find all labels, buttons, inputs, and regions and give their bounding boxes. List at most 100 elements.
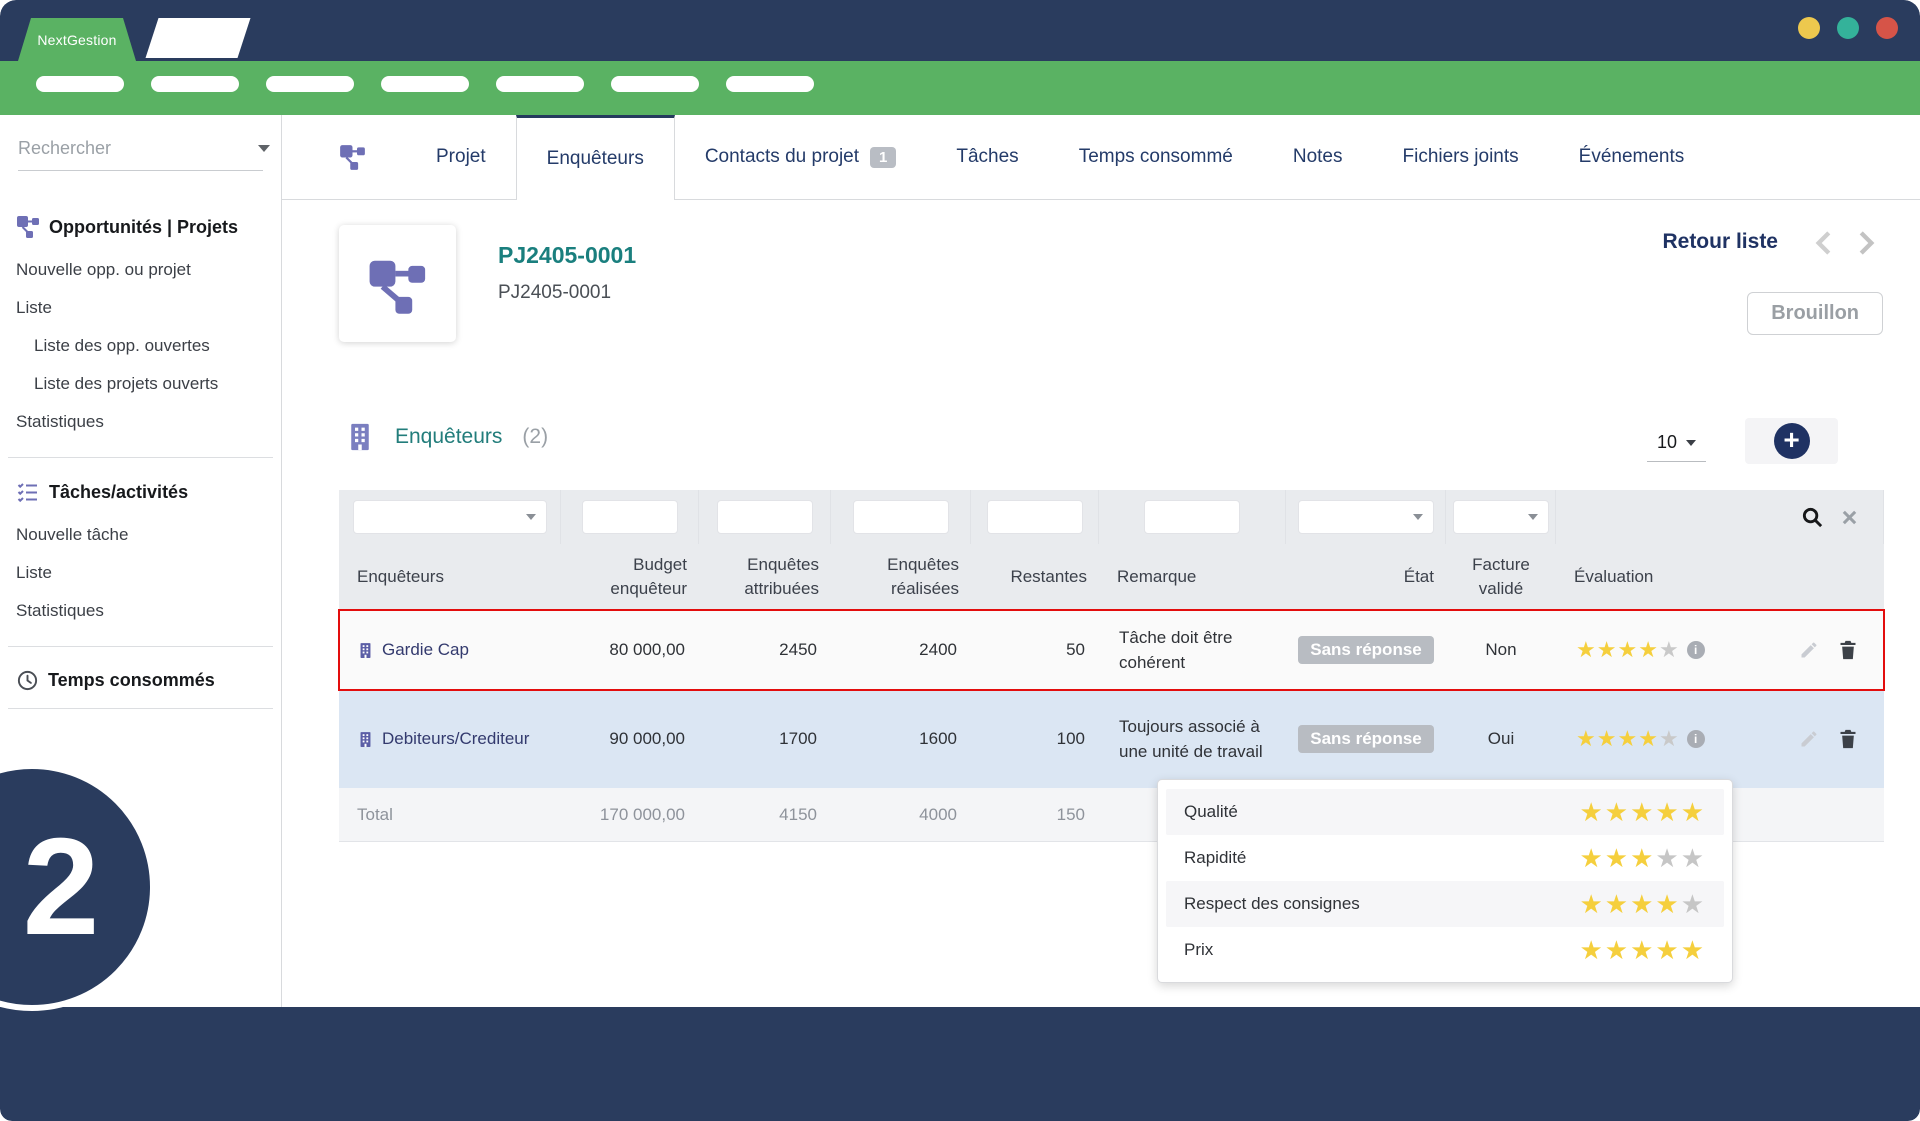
col-header-etat[interactable]: État xyxy=(1286,557,1446,597)
page-size-select[interactable]: 10 xyxy=(1647,428,1706,462)
sidebar-item-statistiques-taches[interactable]: Statistiques xyxy=(16,592,267,630)
rating-stars: ★★★★★ xyxy=(1579,843,1706,874)
minimize-dot-icon[interactable] xyxy=(1798,17,1820,39)
nav-pill[interactable] xyxy=(381,76,469,92)
top-nav-bar xyxy=(0,61,1920,115)
enqueteur-name-link[interactable]: Debiteurs/Crediteur xyxy=(382,729,529,749)
rating-stars[interactable]: ★★★★★ i xyxy=(1556,726,1759,752)
rating-info-icon[interactable]: i xyxy=(1687,730,1705,748)
clear-filters-icon[interactable] xyxy=(1841,509,1858,526)
brand-tab[interactable]: NextGestion xyxy=(18,18,136,61)
rating-stars: ★★★★★ xyxy=(1579,935,1706,966)
chevron-down-icon[interactable] xyxy=(258,145,270,152)
rating-detail-popup: Qualité ★★★★★ Rapidité ★★★★★ Respect des… xyxy=(1157,779,1733,983)
hierarchy-icon xyxy=(339,144,366,171)
tab-projet[interactable]: Projet xyxy=(406,115,516,199)
filter-remarque-input[interactable] xyxy=(1144,500,1240,534)
building-icon xyxy=(357,642,374,659)
table-filter-row xyxy=(339,490,1884,544)
col-header-evaluation[interactable]: Évaluation xyxy=(1556,557,1759,597)
building-icon xyxy=(345,422,375,452)
edit-pencil-icon[interactable] xyxy=(1799,640,1819,660)
bottom-bar xyxy=(0,1007,1920,1121)
checklist-icon xyxy=(16,480,40,504)
rating-row-qualite: Qualité ★★★★★ xyxy=(1166,789,1724,835)
total-label: Total xyxy=(357,805,393,825)
filter-facture-select[interactable] xyxy=(1453,500,1549,534)
sidebar-section-header[interactable]: Opportunités | Projets xyxy=(16,215,267,239)
col-header-facture[interactable]: Facture validé xyxy=(1446,545,1556,609)
rating-stars[interactable]: ★★★★★ i xyxy=(1556,637,1759,663)
enqueteur-name-link[interactable]: Gardie Cap xyxy=(382,640,469,660)
col-header-realisees[interactable]: Enquêtes réalisées xyxy=(831,545,971,609)
secondary-tab[interactable] xyxy=(146,18,251,58)
project-code: PJ2405-0001 xyxy=(498,242,636,269)
tab-taches[interactable]: Tâches xyxy=(926,115,1048,199)
window-controls xyxy=(1798,17,1898,39)
filter-enqueteurs-select[interactable] xyxy=(353,500,547,534)
sidebar-item-liste[interactable]: Liste xyxy=(16,289,267,327)
edit-pencil-icon[interactable] xyxy=(1799,729,1819,749)
filter-realisees-input[interactable] xyxy=(853,500,949,534)
delete-trash-icon[interactable] xyxy=(1838,639,1858,661)
cell-facture: Oui xyxy=(1446,729,1556,749)
sidebar-item-liste-opp-ouvertes[interactable]: Liste des opp. ouvertes xyxy=(16,327,267,365)
total-restantes: 150 xyxy=(971,805,1099,825)
app-window: NextGestion xyxy=(0,0,1920,1121)
cell-realisees: 2400 xyxy=(831,640,971,660)
sidebar-section-header[interactable]: Tâches/activités xyxy=(16,480,267,504)
tab-fichiers-joints[interactable]: Fichiers joints xyxy=(1373,115,1549,199)
table-header-row: Enquêteurs Budget enquêteur Enquêtes att… xyxy=(339,544,1884,610)
sidebar-section-taches: Tâches/activités Nouvelle tâche Liste St… xyxy=(0,480,281,630)
sidebar-item-liste-projets-ouverts[interactable]: Liste des projets ouverts xyxy=(16,365,267,403)
sidebar-item-statistiques[interactable]: Statistiques xyxy=(16,403,267,441)
close-dot-icon[interactable] xyxy=(1876,17,1898,39)
total-realisees: 4000 xyxy=(831,805,971,825)
cell-facture: Non xyxy=(1446,640,1556,660)
tab-evenements[interactable]: Événements xyxy=(1549,115,1715,199)
delete-trash-icon[interactable] xyxy=(1838,728,1858,750)
nav-pill[interactable] xyxy=(611,76,699,92)
sidebar-section-header[interactable]: Temps consommés xyxy=(16,669,267,692)
cell-remarque: Toujours associé à une unité de travail xyxy=(1099,704,1286,775)
nav-pill[interactable] xyxy=(496,76,584,92)
col-header-enqueteurs[interactable]: Enquêteurs xyxy=(339,557,561,597)
tab-notes[interactable]: Notes xyxy=(1263,115,1373,199)
back-to-list-link[interactable]: Retour liste xyxy=(1662,230,1778,254)
status-badge[interactable]: Brouillon xyxy=(1747,292,1883,335)
col-header-restantes[interactable]: Restantes xyxy=(971,557,1099,597)
nav-pill[interactable] xyxy=(151,76,239,92)
col-header-attribuees[interactable]: Enquêtes attribuées xyxy=(699,545,831,609)
brand-name: NextGestion xyxy=(37,32,116,48)
chevron-left-icon[interactable] xyxy=(1812,230,1834,256)
cell-remarque: Tâche doit être cohérent xyxy=(1099,615,1286,686)
table-row-gardie-cap[interactable]: Gardie Cap 80 000,00 2450 2400 50 Tâche … xyxy=(339,610,1884,690)
cell-restantes: 50 xyxy=(971,640,1099,660)
nav-pill[interactable] xyxy=(266,76,354,92)
filter-attribuees-input[interactable] xyxy=(717,500,813,534)
sidebar-item-nouvelle-opp[interactable]: Nouvelle opp. ou projet xyxy=(16,251,267,289)
filter-etat-select[interactable] xyxy=(1298,500,1434,534)
hierarchy-icon xyxy=(16,215,40,239)
enqueteurs-section-bar: Enquêteurs (2) 10 + xyxy=(282,400,1920,490)
nav-pill[interactable] xyxy=(36,76,124,92)
table-row-debiteurs-crediteur[interactable]: Debiteurs/Crediteur 90 000,00 1700 1600 … xyxy=(339,690,1884,788)
maximize-dot-icon[interactable] xyxy=(1837,17,1859,39)
search-input[interactable] xyxy=(18,138,250,159)
sidebar-item-liste-taches[interactable]: Liste xyxy=(16,554,267,592)
col-header-budget[interactable]: Budget enquêteur xyxy=(561,545,699,609)
nav-pill[interactable] xyxy=(726,76,814,92)
sidebar-section-temps: Temps consommés xyxy=(0,669,281,692)
filter-budget-input[interactable] xyxy=(582,500,678,534)
col-header-remarque[interactable]: Remarque xyxy=(1099,557,1286,597)
chevron-right-icon[interactable] xyxy=(1856,230,1878,256)
tab-temps-consomme[interactable]: Temps consommé xyxy=(1049,115,1263,199)
tab-contacts[interactable]: Contacts du projet 1 xyxy=(675,115,927,199)
add-enqueteur-button[interactable]: + xyxy=(1745,418,1838,464)
rating-info-icon[interactable]: i xyxy=(1687,641,1705,659)
search-icon[interactable] xyxy=(1801,506,1824,529)
tab-enqueteurs[interactable]: Enquêteurs xyxy=(516,115,675,200)
divider xyxy=(8,708,273,709)
sidebar-item-nouvelle-tache[interactable]: Nouvelle tâche xyxy=(16,516,267,554)
filter-restantes-input[interactable] xyxy=(987,500,1083,534)
